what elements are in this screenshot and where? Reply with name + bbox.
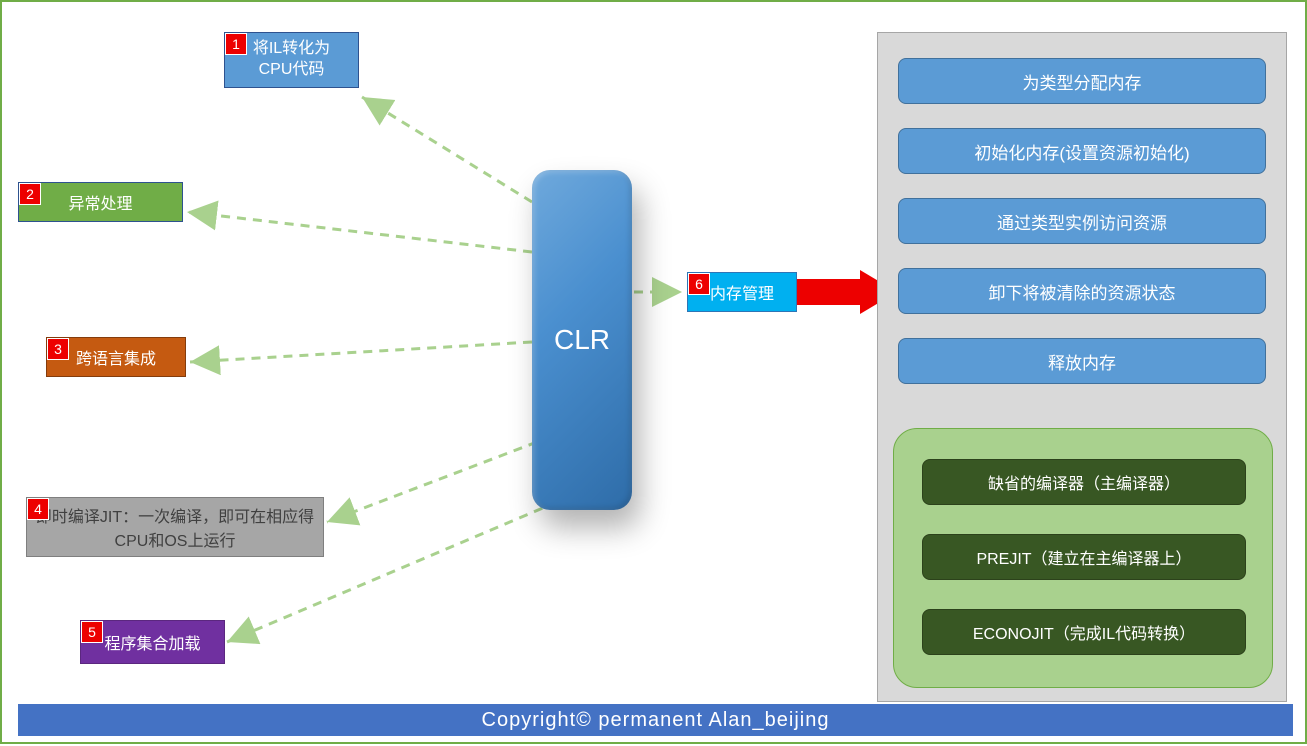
node-5-assembly-load: 5 程序集合加载	[80, 620, 225, 664]
panel-item-1: 为类型分配内存	[898, 58, 1266, 104]
node-3-cross-lang: 3 跨语言集成	[46, 337, 186, 377]
node-4-jit: 4 即时编译JIT：一次编译，即可在相应得CPU和OS上运行	[26, 497, 324, 557]
badge-5: 5	[81, 621, 103, 643]
node-6-memory-mgmt: 6 内存管理	[687, 272, 797, 312]
node-1-il-to-cpu: 1 将IL转化为 CPU代码	[224, 32, 359, 88]
badge-1: 1	[225, 33, 247, 55]
badge-3: 3	[47, 338, 69, 360]
sub-item-2: PREJIT（建立在主编译器上）	[922, 534, 1246, 580]
node-5-label: 程序集合加载	[104, 630, 200, 654]
panel-item-4: 卸下将被清除的资源状态	[898, 268, 1266, 314]
memory-panel: 为类型分配内存 初始化内存(设置资源初始化) 通过类型实例访问资源 卸下将被清除…	[877, 32, 1287, 702]
sub-item-1: 缺省的编译器（主编译器）	[922, 459, 1246, 505]
node-4-label: 即时编译JIT：一次编译，即可在相应得CPU和OS上运行	[35, 503, 315, 551]
badge-6: 6	[688, 273, 710, 295]
node-6-label: 内存管理	[710, 280, 774, 304]
panel-item-2: 初始化内存(设置资源初始化)	[898, 128, 1266, 174]
arrow-clr-to-4	[327, 442, 537, 522]
panel-item-3: 通过类型实例访问资源	[898, 198, 1266, 244]
node-2-exception: 2 异常处理	[18, 182, 183, 222]
sub-item-3: ECONOJIT（完成IL代码转换）	[922, 609, 1246, 655]
compiler-sub-panel: 缺省的编译器（主编译器） PREJIT（建立在主编译器上） ECONOJIT（完…	[893, 428, 1273, 688]
clr-center-node: CLR	[532, 170, 632, 510]
footer-text: Copyright© permanent Alan_beijing	[482, 709, 830, 732]
node-1-label: 将IL转化为 CPU代码	[253, 39, 330, 81]
badge-4: 4	[27, 498, 49, 520]
node-3-label: 跨语言集成	[76, 345, 156, 369]
clr-label: CLR	[554, 324, 610, 356]
badge-2: 2	[19, 183, 41, 205]
diagram-canvas: CLR 1 将IL转化为 CPU代码 2 异常处理 3 跨语言集成 4 即时编译…	[0, 0, 1307, 744]
panel-item-5: 释放内存	[898, 338, 1266, 384]
copyright-footer: Copyright© permanent Alan_beijing	[18, 704, 1293, 736]
arrow-clr-to-2	[187, 212, 532, 252]
arrow-clr-to-1	[362, 97, 532, 202]
node-2-label: 异常处理	[68, 190, 132, 214]
arrow-clr-to-3	[190, 342, 532, 362]
